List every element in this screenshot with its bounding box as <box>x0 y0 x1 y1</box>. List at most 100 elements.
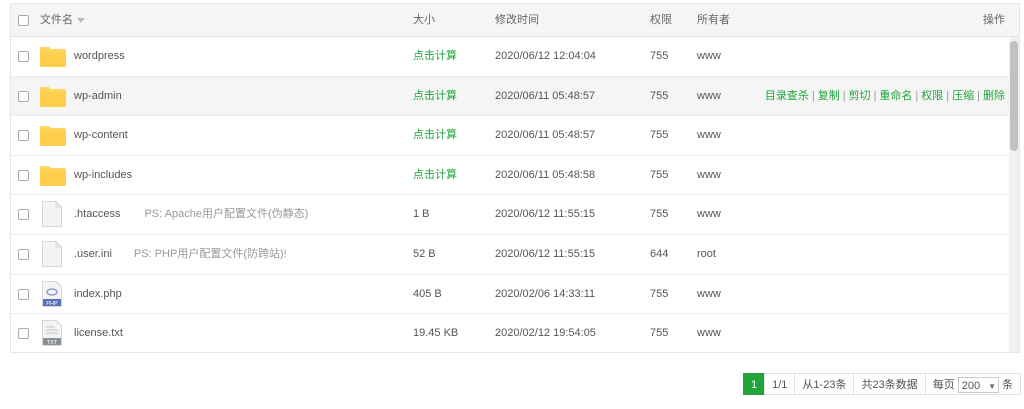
file-name[interactable]: wp-includes <box>74 156 132 195</box>
owner[interactable]: www <box>697 275 721 314</box>
header-mtime[interactable]: 修改时间 <box>495 4 539 37</box>
file-name[interactable]: .htaccess PS: Apache用户配置文件(伪静态) <box>74 195 308 234</box>
select-all-checkbox[interactable] <box>18 15 29 26</box>
calc-size-link[interactable]: 点击计算 <box>413 77 457 116</box>
owner[interactable]: www <box>697 156 721 195</box>
folder-icon[interactable] <box>40 46 66 67</box>
table-row[interactable]: wp-includes 点击计算 2020/06/11 05:48:58 755… <box>11 155 1009 196</box>
php-badge: PHP <box>46 301 58 307</box>
calc-size-link[interactable]: 点击计算 <box>413 156 457 195</box>
file-name[interactable]: license.txt <box>74 314 123 352</box>
per-page: 每页 200 ▼ 条 <box>924 373 1021 395</box>
file-table: 文件名 大小 修改时间 权限 所有者 操作 wordpress 点击计算 202… <box>10 3 1020 353</box>
txt-file-icon[interactable]: TXT <box>42 320 62 347</box>
row-checkbox[interactable] <box>18 51 29 62</box>
page-current[interactable]: 1 <box>743 373 766 395</box>
permission[interactable]: 755 <box>650 77 668 116</box>
file-size: 19.45 KB <box>413 327 459 340</box>
file-name-text: .htaccess <box>74 208 121 221</box>
file-size: 1 B <box>413 208 430 221</box>
permission[interactable]: 755 <box>650 195 668 234</box>
action-permission[interactable]: 权限 <box>921 90 943 102</box>
table-header: 文件名 大小 修改时间 权限 所有者 操作 <box>11 4 1019 37</box>
page-total: 共23条数据 <box>853 373 926 395</box>
table-row[interactable]: PHP index.php 405 B 2020/02/06 14:33:11 … <box>11 274 1009 315</box>
action-compress[interactable]: 压缩 <box>952 90 974 102</box>
header-filename[interactable]: 文件名 <box>40 4 85 37</box>
row-actions: 目录查杀 | 复制 | 剪切 | 重命名 | 权限 | 压缩 | 删除 <box>765 77 1005 116</box>
file-size: 405 B <box>413 287 442 300</box>
file-name[interactable]: wordpress <box>74 37 125 76</box>
php-file-icon[interactable]: PHP <box>42 280 62 307</box>
file-name[interactable]: .user.ini PS: PHP用户配置文件(防跨站)! <box>74 235 287 274</box>
per-page-suffix: 条 <box>1001 379 1013 391</box>
table-row[interactable]: wp-admin 点击计算 2020/06/11 05:48:57 755 ww… <box>11 76 1009 117</box>
action-rename[interactable]: 重命名 <box>879 90 912 102</box>
owner[interactable]: www <box>697 77 721 116</box>
owner[interactable]: root <box>697 235 716 274</box>
modified-time: 2020/06/12 12:04:04 <box>495 50 596 62</box>
folder-icon[interactable] <box>40 86 66 107</box>
folder-icon[interactable] <box>40 125 66 147</box>
action-separator: | <box>842 89 846 102</box>
permission[interactable]: 755 <box>650 314 668 352</box>
permission[interactable]: 755 <box>650 37 668 76</box>
row-checkbox[interactable] <box>18 130 29 142</box>
file-size: 52 B <box>413 247 436 260</box>
calc-size-link[interactable]: 点击计算 <box>413 116 457 155</box>
header-permission[interactable]: 权限 <box>650 4 672 37</box>
header-filename-label: 文件名 <box>40 14 73 26</box>
row-checkbox[interactable] <box>18 328 29 340</box>
row-checkbox[interactable] <box>18 248 29 260</box>
vertical-scrollbar[interactable] <box>1009 37 1019 352</box>
table-row[interactable]: wp-content 点击计算 2020/06/11 05:48:57 755 … <box>11 116 1009 156</box>
folder-icon[interactable] <box>40 165 66 186</box>
file-note: PS: Apache用户配置文件(伪静态) <box>144 208 309 221</box>
file-name-text: .user.ini <box>74 247 112 260</box>
permission[interactable]: 755 <box>650 116 668 155</box>
header-size[interactable]: 大小 <box>413 4 435 37</box>
action-delete[interactable]: 删除 <box>983 90 1005 102</box>
owner[interactable]: www <box>697 195 721 234</box>
row-checkbox[interactable] <box>18 209 29 221</box>
permission[interactable]: 644 <box>650 235 668 274</box>
table-row[interactable]: .user.ini PS: PHP用户配置文件(防跨站)! 52 B 2020/0… <box>11 234 1009 275</box>
file-list: wordpress 点击计算 2020/06/12 12:04:04 755 w… <box>11 37 1009 352</box>
modified-time: 2020/06/12 11:55:15 <box>495 247 596 260</box>
per-page-prefix: 每页 <box>932 379 955 391</box>
action-copy[interactable]: 复制 <box>818 90 840 102</box>
chevron-down-icon: ▼ <box>988 382 996 392</box>
table-row[interactable]: wordpress 点击计算 2020/06/12 12:04:04 755 w… <box>11 37 1009 77</box>
row-checkbox[interactable] <box>18 169 29 181</box>
file-icon[interactable] <box>42 201 62 228</box>
owner[interactable]: www <box>697 116 721 155</box>
modified-time: 2020/02/12 19:54:05 <box>495 327 596 340</box>
table-row[interactable]: .htaccess PS: Apache用户配置文件(伪静态) 1 B 2020/… <box>11 195 1009 235</box>
modified-time: 2020/06/11 05:48:57 <box>495 89 596 102</box>
action-scan-dir[interactable]: 目录查杀 <box>765 90 809 102</box>
sort-down-icon[interactable] <box>77 17 85 23</box>
scrollbar-thumb[interactable] <box>1010 41 1018 151</box>
owner[interactable]: www <box>697 314 721 352</box>
row-checkbox[interactable] <box>18 288 29 300</box>
row-checkbox[interactable] <box>18 90 29 102</box>
action-separator: | <box>811 89 815 102</box>
file-name[interactable]: wp-content <box>74 116 128 155</box>
per-page-value: 200 <box>961 380 981 393</box>
header-operations: 操作 <box>983 14 1005 26</box>
page-count: 1/1 <box>764 373 796 395</box>
file-name[interactable]: wp-admin <box>74 77 122 116</box>
file-icon[interactable] <box>42 240 62 267</box>
modified-time: 2020/02/06 14:33:11 <box>495 287 596 300</box>
calc-size-link[interactable]: 点击计算 <box>413 37 457 76</box>
action-cut[interactable]: 剪切 <box>849 90 871 102</box>
per-page-select[interactable]: 200 ▼ <box>957 377 999 394</box>
owner[interactable]: www <box>697 37 721 76</box>
file-name[interactable]: index.php <box>74 275 122 314</box>
header-owner[interactable]: 所有者 <box>697 4 730 37</box>
page-range: 从1-23条 <box>794 373 855 395</box>
modified-time: 2020/06/11 05:48:57 <box>495 129 596 142</box>
permission[interactable]: 755 <box>650 275 668 314</box>
table-row[interactable]: TXT license.txt 19.45 KB 2020/02/12 19:5… <box>11 314 1009 352</box>
permission[interactable]: 755 <box>650 156 668 195</box>
